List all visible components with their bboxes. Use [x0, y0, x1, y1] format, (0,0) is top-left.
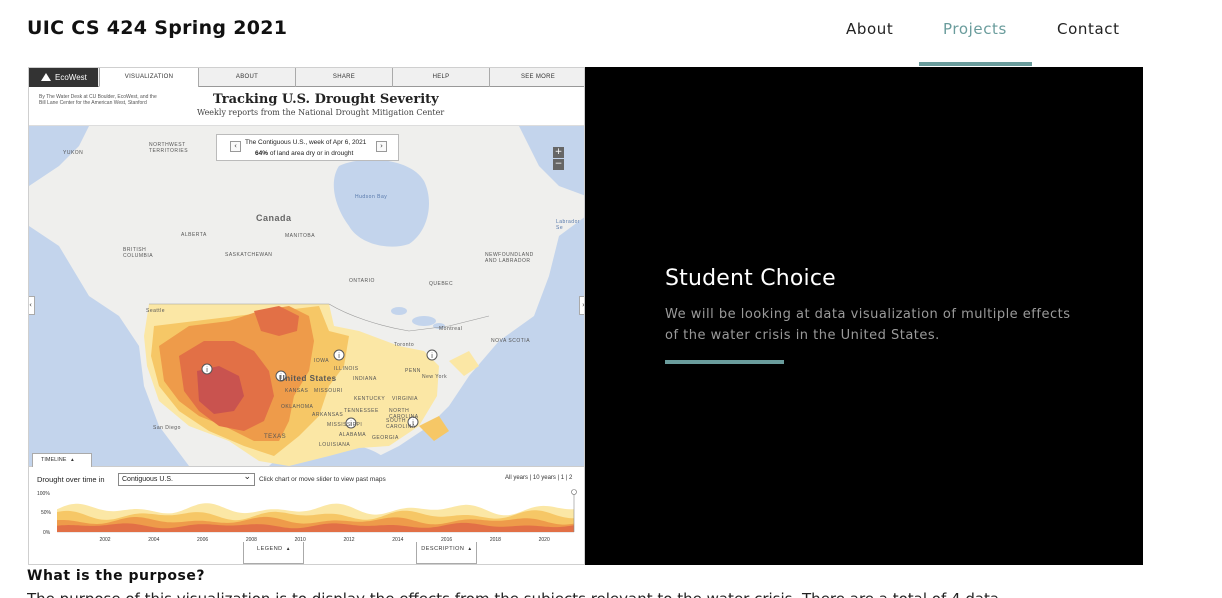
zoom-controls: + − — [553, 147, 564, 170]
feature-title: Student Choice — [665, 266, 836, 291]
mountain-icon — [41, 73, 51, 81]
embed-subtitle: Weekly reports from the National Drought… — [197, 108, 445, 117]
label-missouri: MISSOURI — [314, 388, 343, 394]
timeline-section: TIMELINE ▴ Drought over time in Contiguo… — [29, 453, 585, 564]
week-stat: 64% of land area dry or in drought — [255, 150, 353, 157]
week-percent: 64% — [255, 150, 269, 157]
label-texas: TEXAS — [264, 434, 287, 440]
label-iowa: IOWA — [314, 358, 330, 364]
drought-map[interactable]: i i i i i i YUKON NORTHWEST TERRITORIES … — [29, 126, 584, 466]
tab-help[interactable]: HELP — [392, 68, 489, 87]
x-tick-label: 2020 — [539, 537, 550, 543]
week-stat-text: of land area dry or in drought — [269, 150, 354, 157]
nav-about-link[interactable]: About — [846, 20, 893, 38]
x-tick-label: 2004 — [148, 537, 159, 543]
feature-accent-bar — [665, 360, 784, 364]
label-quebec: QUEBEC — [429, 281, 454, 287]
nav-projects-link[interactable]: Projects — [943, 20, 1007, 38]
region-select[interactable]: Contiguous U.S. — [118, 471, 255, 486]
label-south-carolina: SOUTH CAROLINA — [386, 418, 416, 430]
embed-title: Tracking U.S. Drought Severity — [213, 92, 439, 107]
embed-tab-bar: EcoWest VISUALIZATION ABOUT SHARE HELP S… — [29, 68, 584, 87]
zoom-out-button[interactable]: − — [553, 159, 564, 170]
y-tick-100: 100% — [37, 491, 50, 497]
label-arkansas: ARKANSAS — [312, 412, 344, 418]
y-tick-50: 50% — [41, 510, 52, 516]
prev-week-button[interactable]: ‹ — [230, 141, 241, 152]
label-illinois: ILLINOIS — [334, 366, 359, 372]
timeline-chart[interactable]: 100% 50% 0% 2002 2004 2006 2008 2010 2012 2014… — [29, 489, 585, 544]
label-seattle: Seattle — [146, 308, 166, 314]
label-labrador-sea: Labrador Se — [556, 219, 581, 231]
label-nova-scotia: NOVA SCOTIA — [491, 338, 531, 344]
label-nwt: NORTHWEST TERRITORIES — [149, 142, 189, 154]
active-nav-indicator — [919, 62, 1032, 66]
year-range-toggle[interactable]: All years | 10 years | 1 | 2 — [505, 475, 572, 481]
label-hudson-bay: Hudson Bay — [355, 194, 388, 200]
label-saskatchewan: SASKATCHEWAN — [225, 252, 273, 258]
project-panel: EcoWest VISUALIZATION ABOUT SHARE HELP S… — [28, 67, 1143, 565]
tab-visualization[interactable]: VISUALIZATION — [99, 68, 198, 87]
nav-contact-link[interactable]: Contact — [1057, 20, 1120, 38]
purpose-text: The purpose of this visualization is to … — [27, 590, 1217, 598]
map-graphic: i i i i i i — [29, 126, 584, 466]
top-navbar: UIC CS 424 Spring 2021 About Projects Co… — [0, 0, 1222, 66]
label-montreal: Montreal — [439, 326, 463, 332]
label-louisiana: LOUISIANA — [319, 442, 351, 448]
drought-embed[interactable]: EcoWest VISUALIZATION ABOUT SHARE HELP S… — [28, 67, 585, 565]
label-kansas: KANSAS — [285, 388, 309, 394]
label-virginia: VIRGINIA — [392, 396, 418, 402]
embed-credit: By The Water Desk at CU Boulder, EcoWest… — [39, 94, 157, 106]
label-georgia: GEORGIA — [372, 435, 399, 441]
week-navigator: ‹ The Contiguous U.S., week of Apr 6, 20… — [216, 134, 399, 161]
label-san-diego: San Diego — [153, 425, 181, 431]
tab-about[interactable]: ABOUT — [198, 68, 295, 87]
label-new-york: New York — [422, 374, 448, 380]
zoom-in-button[interactable]: + — [553, 147, 564, 158]
collapse-left-handle[interactable]: ‹ — [29, 296, 35, 315]
label-indiana: INDIANA — [353, 376, 377, 382]
label-toronto: Toronto — [394, 342, 415, 348]
x-tick-label: 2002 — [99, 537, 110, 543]
x-tick-label: 2006 — [197, 537, 208, 543]
label-united-states: United States — [279, 374, 337, 383]
label-ontario: ONTARIO — [349, 278, 375, 284]
label-newfoundland: NEWFOUNDLAND AND LABRADOR — [485, 252, 534, 264]
label-alabama: ALABAMA — [339, 432, 367, 438]
ecowest-logo-text: EcoWest — [55, 73, 87, 82]
purpose-heading: What is the purpose? — [27, 568, 205, 584]
label-alberta: ALBERTA — [181, 232, 207, 238]
tab-share[interactable]: SHARE — [295, 68, 392, 87]
label-penn: PENN — [405, 368, 421, 374]
timeline-slider-handle[interactable] — [571, 489, 577, 495]
label-yukon: YUKON — [63, 150, 84, 156]
label-mississippi: MISSISSIPPI — [327, 422, 363, 428]
tab-description[interactable]: DESCRIPTION ▴ — [416, 542, 477, 564]
timeline-hint: Click chart or move slider to view past … — [259, 476, 386, 483]
x-tick-label: 2012 — [343, 537, 354, 543]
timeline-x-axis: 2002 2004 2006 2008 2010 2012 2014 2016 2018 2020 — [99, 537, 550, 543]
tab-see-more[interactable]: SEE MORE — [489, 68, 584, 87]
next-week-button[interactable]: › — [376, 141, 387, 152]
site-brand[interactable]: UIC CS 424 Spring 2021 — [27, 17, 287, 39]
x-tick-label: 2018 — [490, 537, 501, 543]
feature-description: We will be looking at data visualization… — [665, 307, 1071, 343]
feature-card: Student Choice We will be looking at dat… — [585, 67, 1143, 565]
week-label: The Contiguous U.S., week of Apr 6, 2021 — [245, 139, 367, 146]
ecowest-logo[interactable]: EcoWest — [29, 68, 98, 87]
label-bc: BRITISH COLUMBIA — [123, 247, 154, 259]
timeline-label: Drought over time in — [37, 475, 105, 484]
label-oklahoma: OKLAHOMA — [281, 404, 314, 410]
x-tick-label: 2014 — [392, 537, 403, 543]
embed-header: By The Water Desk at CU Boulder, EcoWest… — [29, 87, 584, 126]
label-kentucky: KENTUCKY — [354, 396, 386, 402]
label-manitoba: MANITOBA — [285, 233, 316, 239]
label-canada: Canada — [256, 213, 292, 223]
tab-timeline[interactable]: TIMELINE ▴ — [32, 453, 92, 467]
y-tick-0: 0% — [43, 530, 51, 536]
tab-legend[interactable]: LEGEND ▴ — [243, 542, 304, 564]
label-tennessee: TENNESSEE — [344, 408, 379, 414]
